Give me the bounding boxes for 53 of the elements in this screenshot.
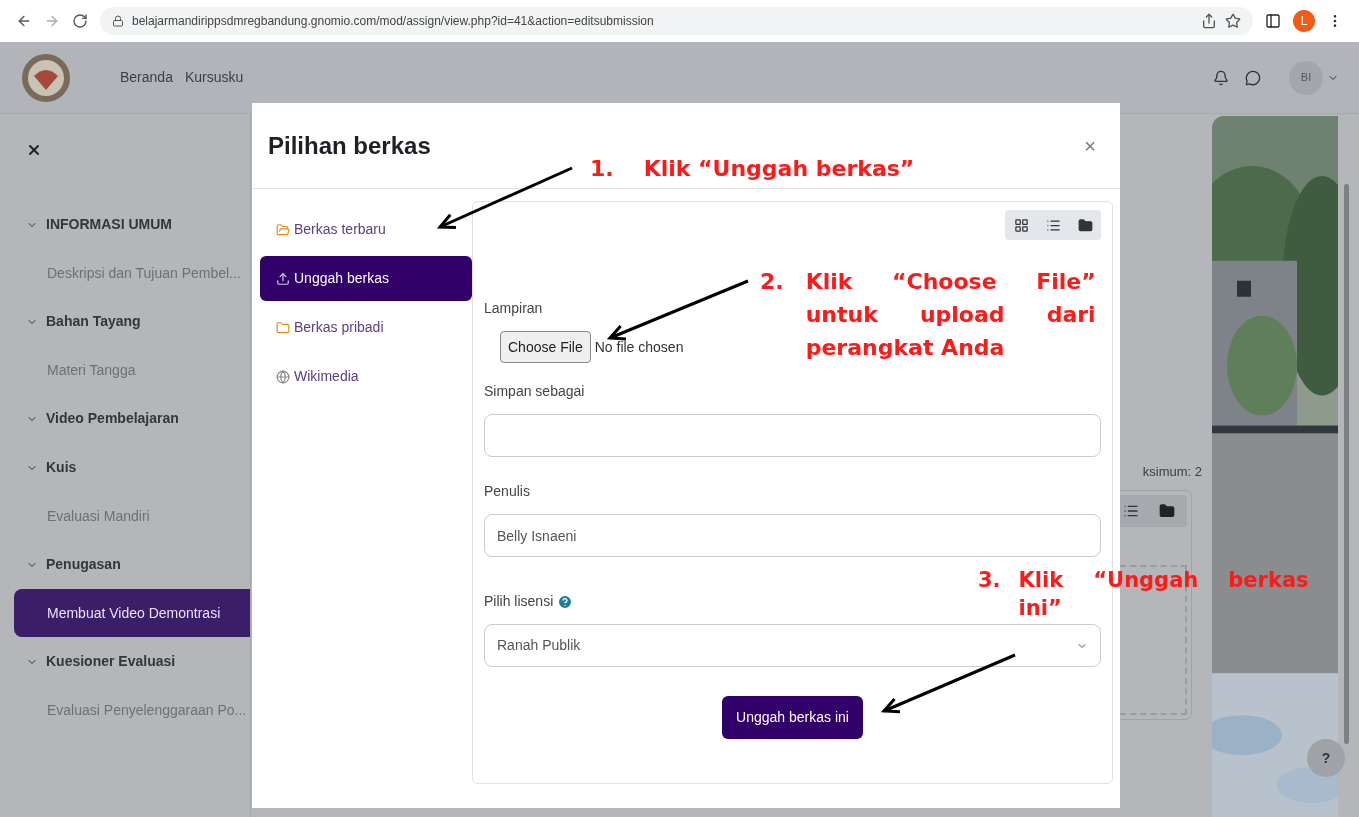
repository-item[interactable]: Unggah berkas [260,256,472,301]
folder-icon [1077,217,1093,233]
dialog-title: Pilihan berkas [268,130,431,161]
globe-icon [276,369,290,384]
section-title[interactable]: INFORMASI UMUM [46,214,172,235]
user-avatar[interactable]: BI [1289,60,1323,95]
list-icon [1045,217,1061,233]
field-label: Penulis [484,482,530,501]
chat-icon[interactable] [1245,69,1261,86]
grid-icon [1013,217,1029,233]
repository-item[interactable]: Berkas pribadi [260,305,472,350]
annotation: 2. Klik “Choose File” untuk upload dari perangkat Anda [760,268,1096,362]
max-files-text: ksimum: 2 [1142,463,1202,481]
side-panel-icon[interactable] [1265,13,1281,29]
folder-icon [276,320,290,335]
logo [20,51,72,104]
nav-link[interactable]: Beranda [120,67,173,88]
close-icon[interactable] [26,142,42,158]
star-icon[interactable] [1225,13,1241,29]
profile-avatar[interactable]: L [1293,10,1315,32]
close-button[interactable]: × [1084,130,1096,161]
lock-icon [112,15,124,27]
author-field[interactable]: Belly Isnaeni [484,514,1101,557]
field-label: Pilih lisensi [484,592,554,611]
folder-icon [1159,502,1175,519]
address-bar[interactable]: belajarmandirippsdmregbandung.gnomio.com/mod/assign/view.php?id=41&action=editsubmission [100,7,1253,35]
section-title[interactable]: Kuis [46,457,77,478]
notification-icon[interactable] [1213,69,1229,86]
repository-item[interactable]: Berkas terbaru [260,207,472,252]
scrollbar-thumb[interactable] [1344,184,1349,744]
repository-item[interactable]: Wikimedia [260,354,472,399]
url-text: belajarmandirippsdmregbandung.gnomio.com/mod/assign/view.php?id=41&action=editsubmission [132,13,654,30]
choose-file-button[interactable]: Choose File [500,331,591,363]
annotation: 1. Klik “Unggah berkas” [590,155,915,183]
folder-icon [276,222,290,237]
field-label: Simpan sebagai [484,382,585,401]
nav-link[interactable]: Kursusku [184,67,244,88]
save-as-field[interactable] [484,414,1101,457]
annotation: 3. Klik “Unggah berkas ini” [978,567,1309,622]
section-title[interactable]: Bahan Tayang [46,311,141,332]
section-title[interactable]: Video Pembelajaran [46,408,179,429]
share-icon[interactable] [1201,13,1217,29]
help-icon[interactable] [557,593,574,610]
upload-file-button[interactable]: Unggah berkas ini [722,696,863,739]
section-title[interactable]: Kuesioner Evaluasi [46,651,176,672]
section-title[interactable]: Penugasan [46,554,121,575]
upload-icon [276,271,290,286]
reload-icon[interactable] [72,13,88,29]
license-select[interactable]: Ranah Publik [484,624,1101,667]
field-label: Lampiran [484,299,543,318]
sidebar-item[interactable]: Membuat Video Demontrasi [14,589,250,637]
back-icon[interactable] [16,13,32,29]
file-status-text: No file chosen [594,337,684,357]
